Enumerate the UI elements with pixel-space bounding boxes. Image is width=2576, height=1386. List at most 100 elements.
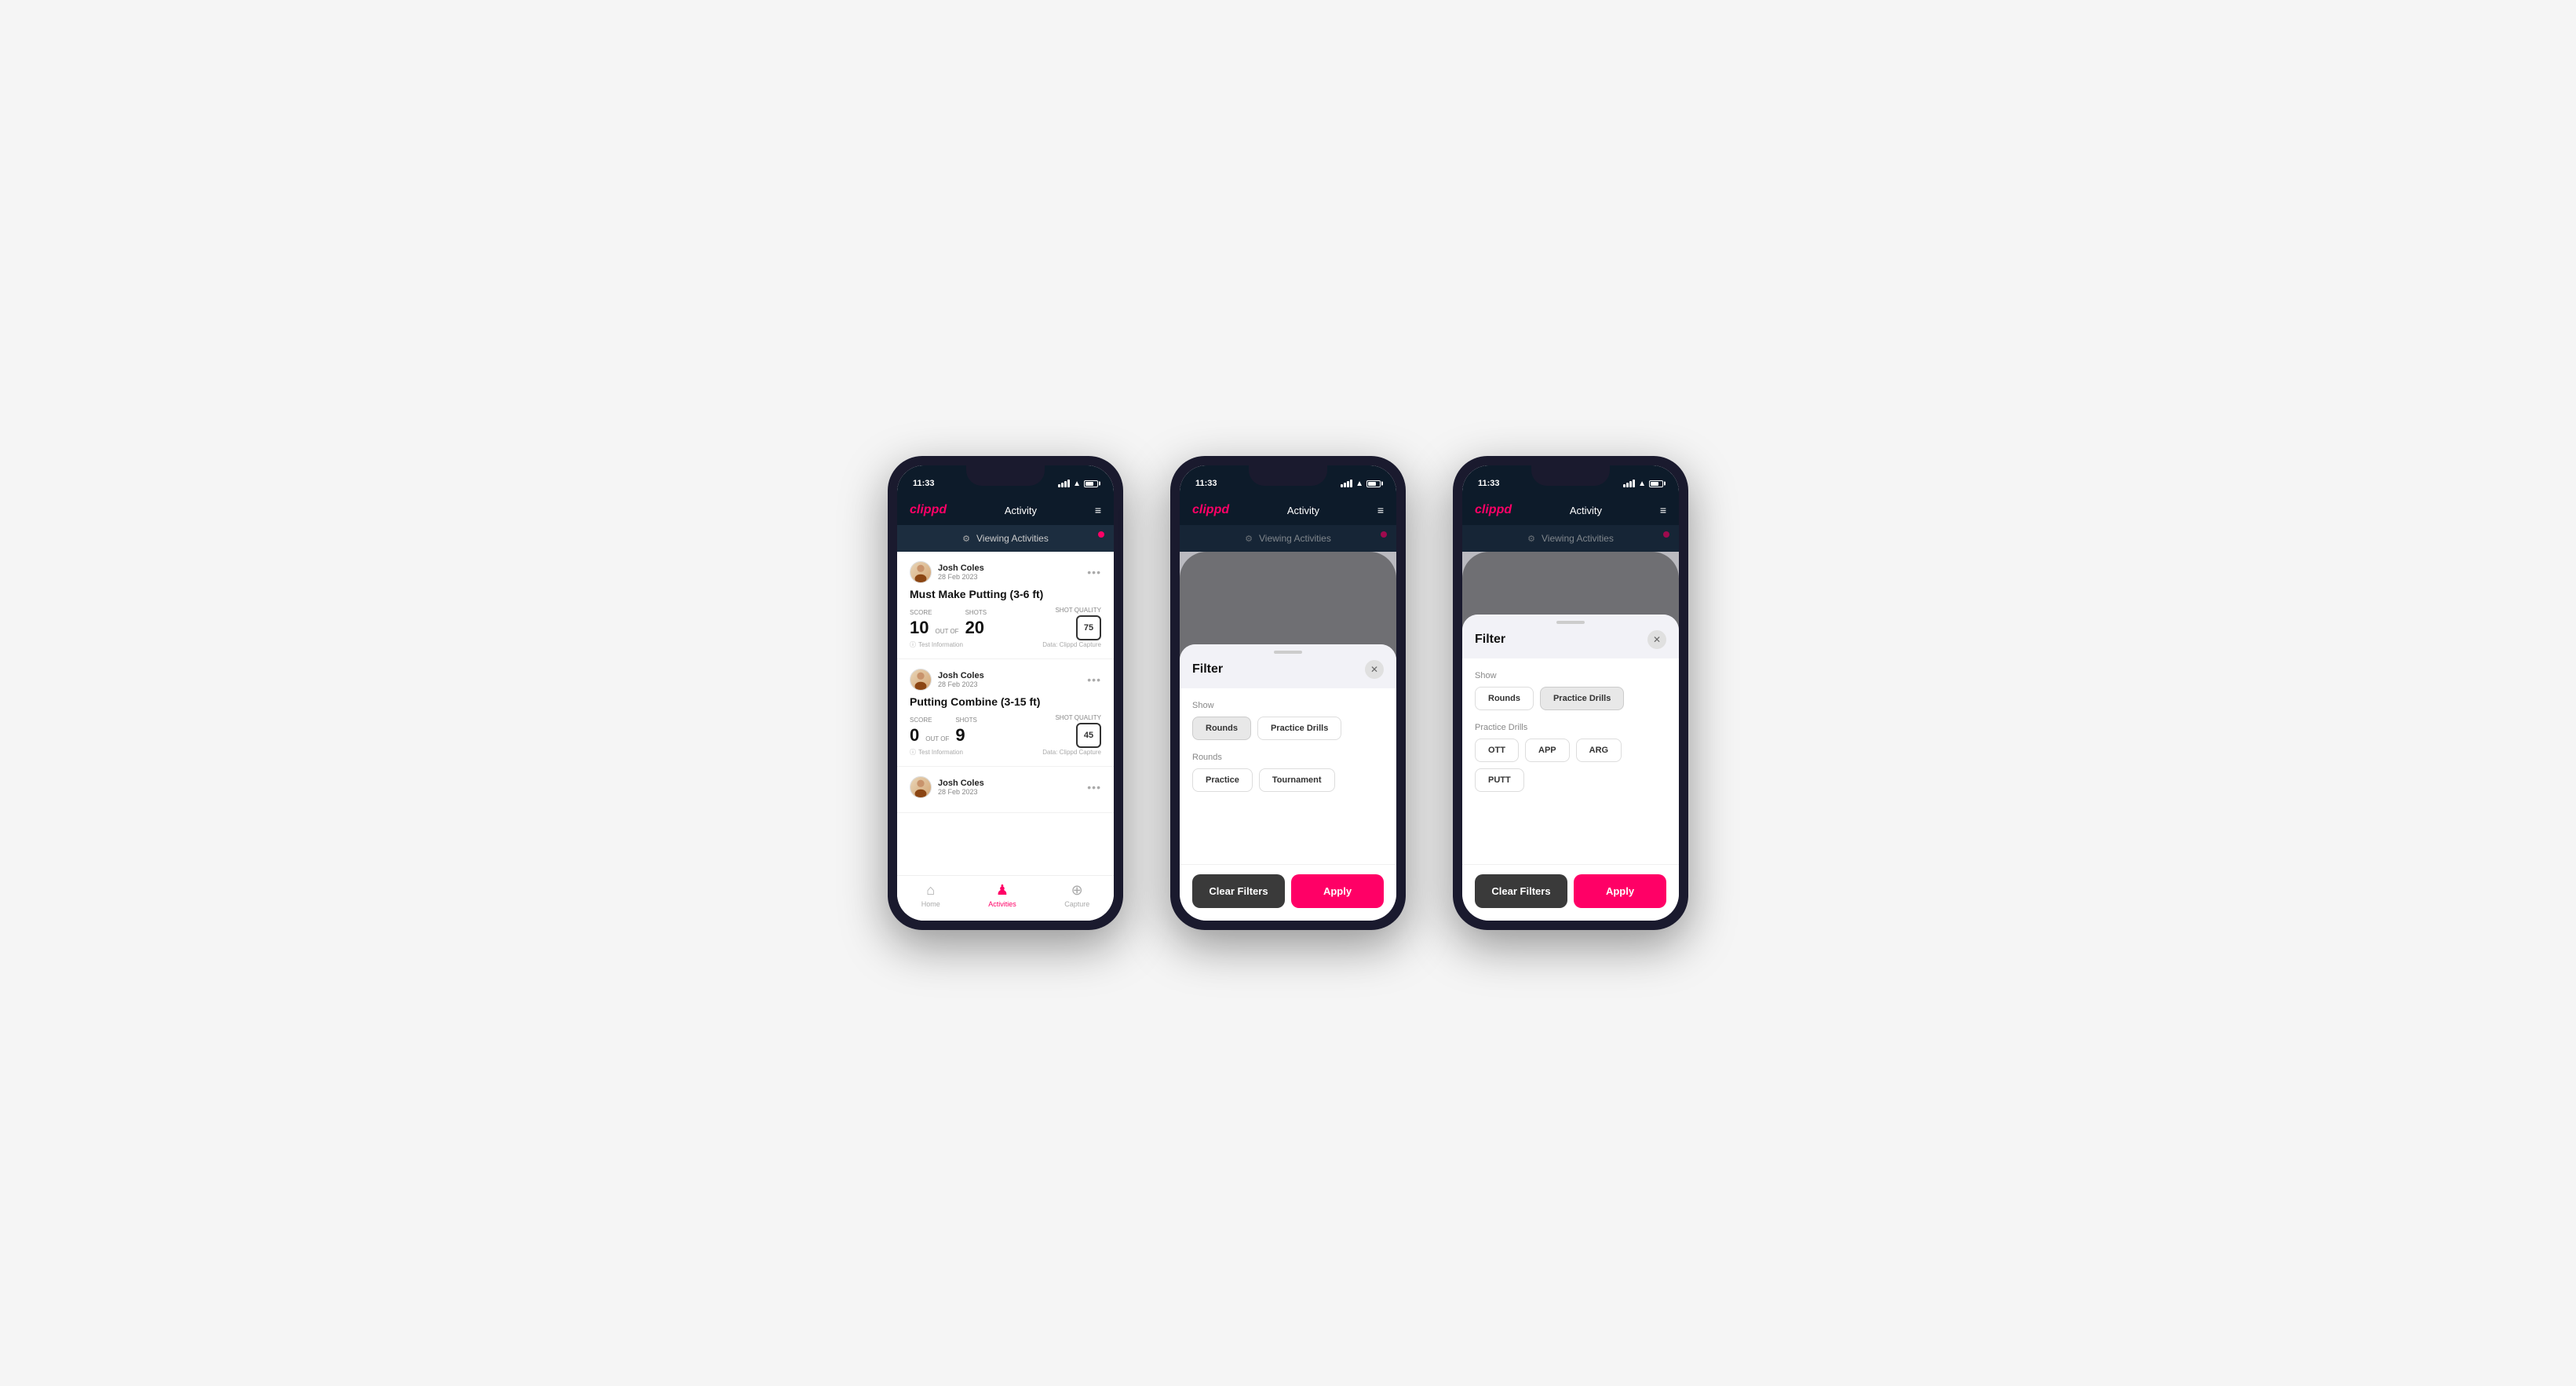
practice-btn-2[interactable]: Practice xyxy=(1192,768,1253,792)
avatar-2 xyxy=(910,669,932,691)
activity-card-3: Josh Coles 28 Feb 2023 ••• xyxy=(897,767,1114,813)
score-value-2: 0 xyxy=(910,725,919,746)
battery-icon-1 xyxy=(1084,480,1098,487)
filter-modal-3: Filter ✕ Show Rounds Practice Drills xyxy=(1462,615,1679,921)
clear-filters-btn-3[interactable]: Clear Filters xyxy=(1475,874,1567,908)
wifi-icon-3: ▲ xyxy=(1638,480,1646,488)
logo-2: clippd xyxy=(1192,503,1229,517)
nav-header-2: clippd Activity ≡ xyxy=(1180,497,1396,525)
filter-modal-overlay-2: Filter ✕ Show Rounds Practice Drills xyxy=(1180,552,1396,921)
wifi-icon-2: ▲ xyxy=(1356,480,1363,488)
shots-label-1: Shots xyxy=(965,609,987,616)
app-btn-3[interactable]: APP xyxy=(1525,739,1570,762)
home-label-1: Home xyxy=(921,900,940,908)
data-info-1: Data: Clippd Capture xyxy=(1042,641,1101,648)
nav-item-activities-1[interactable]: ♟ Activities xyxy=(988,882,1016,908)
sq-label-2: Shot Quality xyxy=(1055,714,1101,721)
info-icon-1: ⓘ xyxy=(910,640,916,649)
sq-label-1: Shot Quality xyxy=(1055,607,1101,614)
user-date-2: 28 Feb 2023 xyxy=(938,680,984,688)
shot-quality-badge-2: 45 xyxy=(1076,723,1101,748)
out-of-1: OUT OF xyxy=(935,628,958,638)
user-date-3: 28 Feb 2023 xyxy=(938,788,984,796)
activities-icon-1: ♟ xyxy=(996,882,1009,899)
filter-modal-overlay-3: Filter ✕ Show Rounds Practice Drills xyxy=(1462,552,1679,921)
hamburger-icon-2[interactable]: ≡ xyxy=(1377,504,1384,516)
activity-card-1: Josh Coles 28 Feb 2023 ••• Must Make Put… xyxy=(897,552,1114,659)
signal-icon-1 xyxy=(1058,480,1070,487)
bottom-nav-1: ⌂ Home ♟ Activities ⊕ Capture xyxy=(897,875,1114,921)
red-dot-2 xyxy=(1381,531,1387,538)
info-icon-2: ⓘ xyxy=(910,748,916,757)
time-3: 11:33 xyxy=(1478,479,1500,488)
viewing-bar-text-2: Viewing Activities xyxy=(1259,533,1331,544)
show-section-2: Show Rounds Practice Drills xyxy=(1192,701,1384,740)
nav-header-1: clippd Activity ≡ xyxy=(897,497,1114,525)
practice-drills-btn-2[interactable]: Practice Drills xyxy=(1257,717,1341,740)
more-dots-1[interactable]: ••• xyxy=(1087,566,1101,578)
hamburger-icon-3[interactable]: ≡ xyxy=(1660,504,1666,516)
viewing-bar-text-1: Viewing Activities xyxy=(976,533,1049,544)
clear-filters-btn-2[interactable]: Clear Filters xyxy=(1192,874,1285,908)
show-label-3: Show xyxy=(1475,671,1666,680)
practice-drills-section-label-3: Practice Drills xyxy=(1475,723,1666,732)
home-icon-1: ⌂ xyxy=(926,882,935,899)
more-dots-3[interactable]: ••• xyxy=(1087,781,1101,793)
modal-close-3[interactable]: ✕ xyxy=(1647,630,1666,649)
hamburger-icon-1[interactable]: ≡ xyxy=(1095,504,1101,516)
capture-label-1: Capture xyxy=(1064,900,1089,908)
shots-value-1: 20 xyxy=(965,618,987,638)
battery-icon-2 xyxy=(1366,480,1381,487)
notch-1 xyxy=(966,465,1045,486)
viewing-bar-1[interactable]: ⚙ Viewing Activities xyxy=(897,525,1114,552)
ott-btn-3[interactable]: OTT xyxy=(1475,739,1519,762)
show-section-3: Show Rounds Practice Drills xyxy=(1475,671,1666,710)
nav-title-1: Activity xyxy=(1005,505,1037,516)
arg-btn-3[interactable]: ARG xyxy=(1576,739,1622,762)
capture-icon-1: ⊕ xyxy=(1071,882,1083,899)
rounds-btn-3[interactable]: Rounds xyxy=(1475,687,1534,710)
putt-btn-3[interactable]: PUTT xyxy=(1475,768,1524,792)
user-name-3: Josh Coles xyxy=(938,779,984,788)
more-dots-2[interactable]: ••• xyxy=(1087,673,1101,686)
modal-close-2[interactable]: ✕ xyxy=(1365,660,1384,679)
phone-2: 11:33 ▲ cli xyxy=(1170,456,1406,930)
phone-3: 11:33 ▲ cli xyxy=(1453,456,1688,930)
time-2: 11:33 xyxy=(1195,479,1217,488)
viewing-bar-3[interactable]: ⚙ Viewing Activities xyxy=(1462,525,1679,552)
shots-label-2: Shots xyxy=(955,717,977,724)
practice-drills-btn-3[interactable]: Practice Drills xyxy=(1540,687,1624,710)
filter-icon-3: ⚙ xyxy=(1527,534,1535,544)
filter-modal-2: Filter ✕ Show Rounds Practice Drills xyxy=(1180,644,1396,921)
signal-icon-2 xyxy=(1341,480,1352,487)
apply-btn-3[interactable]: Apply xyxy=(1574,874,1666,908)
red-dot-3 xyxy=(1663,531,1669,538)
score-label-1: Score xyxy=(910,609,962,616)
logo-1: clippd xyxy=(910,503,947,517)
wifi-icon-1: ▲ xyxy=(1073,480,1081,488)
notch-2 xyxy=(1249,465,1327,486)
avatar-1 xyxy=(910,561,932,583)
data-info-2: Data: Clippd Capture xyxy=(1042,749,1101,756)
nav-item-capture-1[interactable]: ⊕ Capture xyxy=(1064,882,1089,908)
rounds-section-label-2: Rounds xyxy=(1192,753,1384,762)
activities-label-1: Activities xyxy=(988,900,1016,908)
modal-title-3: Filter xyxy=(1475,633,1505,647)
apply-btn-2[interactable]: Apply xyxy=(1291,874,1384,908)
activity-card-2: Josh Coles 28 Feb 2023 ••• Putting Combi… xyxy=(897,659,1114,767)
viewing-bar-text-3: Viewing Activities xyxy=(1542,533,1614,544)
rounds-btn-2[interactable]: Rounds xyxy=(1192,717,1251,740)
tournament-btn-2[interactable]: Tournament xyxy=(1259,768,1335,792)
battery-icon-3 xyxy=(1649,480,1663,487)
nav-header-3: clippd Activity ≡ xyxy=(1462,497,1679,525)
score-label-2: Score xyxy=(910,717,952,724)
notch-3 xyxy=(1531,465,1610,486)
nav-item-home-1[interactable]: ⌂ Home xyxy=(921,882,940,908)
filter-icon-1: ⚙ xyxy=(962,534,970,544)
practice-drills-section-3: Practice Drills OTT APP ARG PUTT xyxy=(1475,723,1666,792)
avatar-3 xyxy=(910,776,932,798)
test-info-2: Test Information xyxy=(918,749,963,756)
time-1: 11:33 xyxy=(913,479,935,488)
viewing-bar-2[interactable]: ⚙ Viewing Activities xyxy=(1180,525,1396,552)
user-date-1: 28 Feb 2023 xyxy=(938,573,984,581)
